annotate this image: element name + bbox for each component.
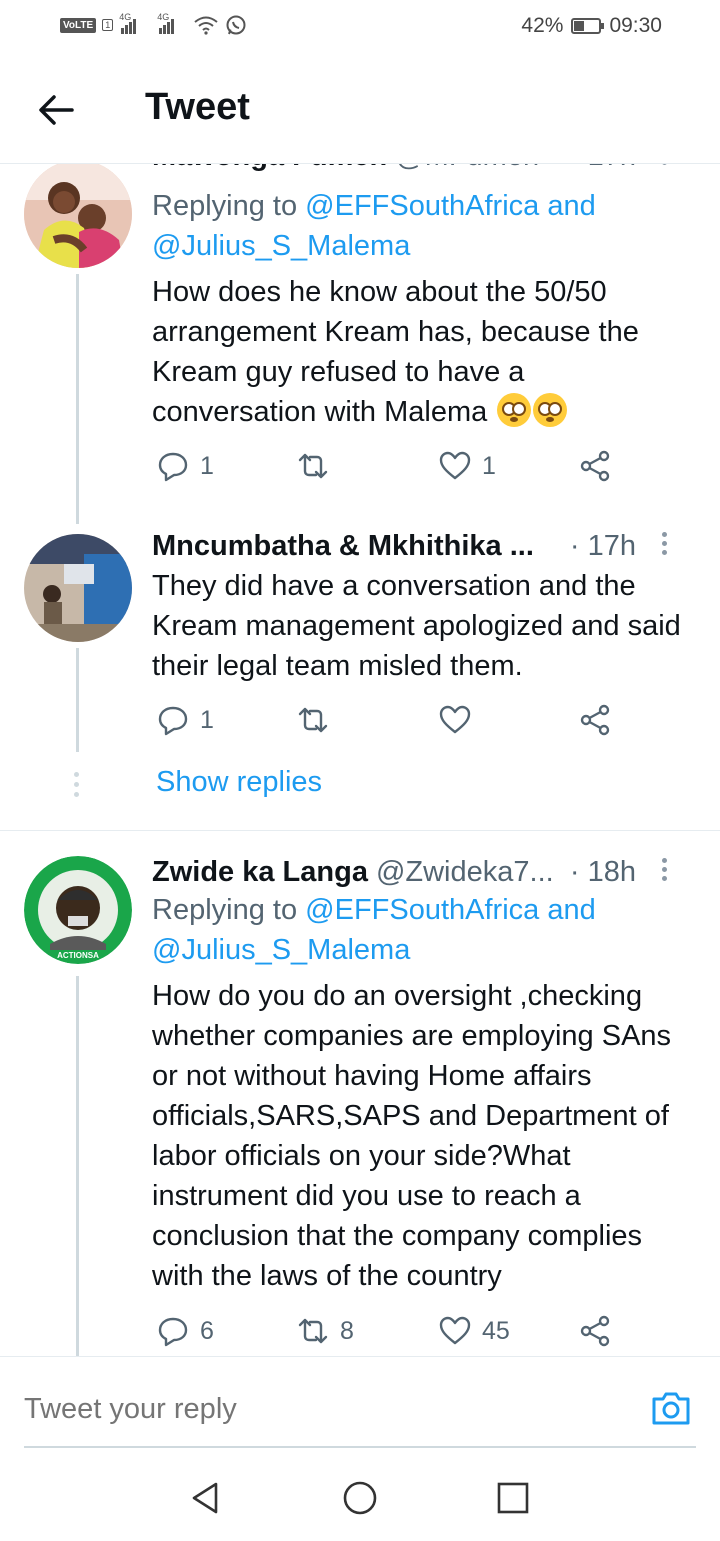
share-button[interactable] (578, 449, 612, 483)
divider (0, 830, 720, 831)
mention-link[interactable]: @Julius_S_Malema (152, 934, 410, 966)
signal-icon: 4G (119, 12, 141, 34)
clock: 09:30 (609, 14, 662, 37)
tweet-time[interactable]: · 17h (570, 164, 636, 173)
battery-percent: 42% (521, 14, 564, 37)
like-count: 1 (482, 451, 496, 480)
like-button[interactable]: 45 (438, 1314, 510, 1348)
avatar-tweet-1[interactable] (24, 164, 132, 268)
retweet-icon (298, 707, 328, 733)
tweet-3[interactable]: ACTIONSA Zwide ka Langa @Zwideka7... · 1… (0, 850, 720, 1356)
replying-to: Replying to @EFFSouthAfrica and @Julius_… (152, 190, 596, 262)
back-arrow-icon[interactable] (36, 90, 76, 130)
display-name[interactable]: Mawonga Fumen (152, 164, 387, 173)
status-bar: VoLTE 1 4G 4G 42% 09:30 (0, 0, 720, 56)
avatar-tweet-2[interactable] (24, 534, 132, 642)
reply-icon (158, 706, 188, 736)
camera-icon[interactable] (650, 1389, 692, 1427)
thread-line (76, 274, 79, 524)
heart-icon (439, 451, 471, 480)
reply-count: 1 (200, 451, 214, 480)
battery-icon (571, 18, 605, 34)
user-handle[interactable]: @Zwideka7... (376, 856, 554, 889)
svg-text:ACTIONSA: ACTIONSA (57, 951, 99, 960)
tweet-text: How do you do an oversight ,checking whe… (152, 980, 672, 1292)
nav-back-icon[interactable] (186, 1478, 226, 1518)
reply-composer (0, 1356, 720, 1448)
tweet-text: How does he know about the 50/50 arrange… (152, 276, 639, 428)
nav-recents-icon[interactable] (493, 1478, 533, 1518)
mention-link[interactable]: @Julius_S_Malema (152, 230, 410, 262)
whatsapp-icon (226, 15, 246, 35)
share-icon (580, 1315, 610, 1347)
heart-icon (439, 1316, 471, 1345)
avatar-photo (24, 164, 132, 268)
heart-icon (439, 705, 471, 734)
tweet-text: They did have a conversation and the Kre… (152, 570, 681, 682)
avatar-photo: ACTIONSA (24, 856, 132, 964)
share-button[interactable] (578, 703, 612, 737)
tweet-1[interactable]: Mawonga Fumen @MFumen · 17h Replying to … (0, 164, 720, 524)
status-left: VoLTE 1 4G 4G (60, 12, 247, 36)
retweet-icon (298, 1318, 328, 1344)
avatar-photo (24, 534, 132, 642)
reply-button[interactable]: 1 (156, 449, 214, 483)
like-count: 45 (482, 1316, 510, 1345)
retweet-button[interactable]: 8 (296, 1314, 354, 1348)
reply-count: 1 (200, 705, 214, 734)
retweet-button[interactable] (296, 449, 340, 483)
status-right: 42% 09:30 (521, 14, 662, 38)
more-options-icon[interactable] (660, 532, 668, 560)
tweet-time[interactable]: · 17h (570, 530, 636, 563)
collapsed-thread-dots (74, 772, 80, 802)
flushed-face-icon (533, 393, 568, 427)
sim-indicator: 1 (102, 19, 114, 31)
share-icon (580, 704, 610, 736)
reply-button[interactable]: 6 (156, 1314, 214, 1348)
tweet-header: Mawonga Fumen @MFumen · 17h (152, 164, 700, 176)
thread-line (76, 648, 79, 752)
retweet-icon (298, 453, 328, 479)
like-button[interactable]: 1 (438, 449, 496, 483)
system-nav-bar (0, 1448, 720, 1541)
mention-link[interactable]: @EFFSouthAfrica and (305, 894, 596, 926)
tweet-actions: 6 8 45 (156, 1314, 626, 1354)
tweet-header: Mncumbatha & Mkhithika ... · 17h (152, 526, 700, 566)
like-button[interactable] (438, 703, 482, 737)
tweet-actions: 1 (156, 703, 626, 743)
reply-input[interactable] (24, 1393, 524, 1426)
volte-indicator: VoLTE (60, 17, 97, 33)
more-options-icon[interactable] (660, 164, 668, 170)
reply-icon (158, 452, 188, 482)
tweet-time[interactable]: · 18h (570, 856, 636, 889)
avatar-tweet-3[interactable]: ACTIONSA (24, 856, 132, 964)
signal-icon-2: 4G (157, 12, 179, 34)
top-app-bar: Tweet (0, 56, 720, 164)
tweet-2[interactable]: Mncumbatha & Mkhithika ... · 17h They di… (0, 526, 720, 830)
share-icon (580, 450, 610, 482)
wifi-icon (194, 16, 218, 35)
more-options-icon[interactable] (660, 858, 668, 886)
retweet-button[interactable] (296, 703, 340, 737)
retweet-count: 8 (340, 1316, 354, 1345)
share-button[interactable] (578, 1314, 612, 1348)
user-handle[interactable]: @MFumen (395, 164, 539, 173)
thread-line (76, 976, 79, 1356)
page-title: Tweet (145, 86, 250, 128)
reply-icon (158, 1317, 188, 1347)
nav-home-icon[interactable] (340, 1478, 380, 1518)
display-name[interactable]: Zwide ka Langa (152, 856, 368, 889)
display-name[interactable]: Mncumbatha & Mkhithika ... (152, 530, 534, 563)
reply-count: 6 (200, 1316, 214, 1345)
replying-to: Replying to @EFFSouthAfrica and @Julius_… (152, 894, 596, 966)
reply-feed[interactable]: Mawonga Fumen @MFumen · 17h Replying to … (0, 164, 720, 1356)
mention-link[interactable]: @EFFSouthAfrica and (305, 190, 596, 222)
reply-button[interactable]: 1 (156, 703, 214, 737)
flushed-face-icon (497, 393, 532, 427)
tweet-header: Zwide ka Langa @Zwideka7... · 18h (152, 852, 700, 892)
tweet-actions: 1 1 (156, 449, 626, 489)
show-replies-link[interactable]: Show replies (156, 766, 322, 799)
